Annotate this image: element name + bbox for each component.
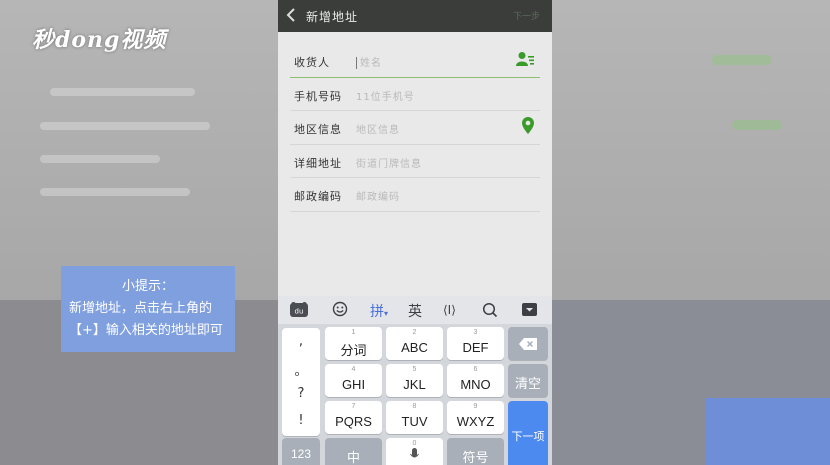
key-number: 4 bbox=[351, 366, 356, 373]
key-number: 0 bbox=[412, 440, 417, 447]
pinyin-dropdown-icon: ▾ bbox=[384, 309, 389, 318]
phone-label: 手机号码 bbox=[294, 89, 342, 103]
punctuation-column[interactable]: , 。 ? ! bbox=[282, 328, 320, 436]
key-number: 1 bbox=[351, 329, 356, 336]
du-logo-text: du bbox=[295, 308, 304, 316]
bg-blur-line bbox=[50, 88, 195, 96]
key-2[interactable]: 2 ABC bbox=[386, 327, 443, 360]
backspace-button[interactable] bbox=[508, 327, 548, 360]
bg-blur-line bbox=[40, 188, 190, 196]
bg-blur-line bbox=[40, 155, 160, 163]
key-7[interactable]: 7 PQRS bbox=[325, 401, 382, 434]
phone-input[interactable]: 11位手机号 bbox=[356, 88, 415, 103]
numeric-label: 123 bbox=[290, 447, 312, 461]
key-8[interactable]: 8 TUV bbox=[386, 401, 443, 434]
region-input[interactable]: 地区信息 bbox=[356, 121, 400, 136]
form-row-postcode[interactable]: 邮政编码 邮政编码 bbox=[290, 178, 540, 212]
search-icon[interactable] bbox=[482, 302, 498, 322]
chinese-switch-key[interactable]: 中 bbox=[325, 438, 382, 465]
contact-book-icon[interactable] bbox=[516, 51, 534, 67]
location-pin-icon[interactable] bbox=[522, 117, 534, 134]
title-bar: 新增地址 下一步 bbox=[278, 0, 552, 32]
key-number: 2 bbox=[412, 329, 417, 336]
text-cursor bbox=[356, 57, 357, 69]
keyboard-hide-icon[interactable] bbox=[522, 303, 537, 320]
key-number: 8 bbox=[412, 403, 417, 410]
pinyin-toggle[interactable]: 拼▾ bbox=[370, 301, 388, 321]
bg-blur-line bbox=[40, 122, 210, 130]
key-number: 5 bbox=[412, 366, 417, 373]
key-number: 6 bbox=[473, 366, 478, 373]
key-3[interactable]: 3 DEF bbox=[447, 327, 504, 360]
form-row-address[interactable]: 详细地址 街道门牌信息 bbox=[290, 145, 540, 178]
chinese-label: 中 bbox=[346, 450, 360, 465]
key-number: 9 bbox=[473, 403, 478, 410]
form-row-region[interactable]: 地区信息 地区信息 bbox=[290, 111, 540, 145]
phone-screen: 新增地址 下一步 收货人 姓名 手机号码 11位手机号 地区信息 地区信息 详细… bbox=[278, 0, 552, 465]
key-label: MNO bbox=[460, 377, 491, 392]
watermark-logo: 秒dong视频 bbox=[32, 27, 167, 53]
numeric-switch-key[interactable]: 123 bbox=[282, 438, 320, 465]
key-number: 3 bbox=[473, 329, 478, 336]
tip-line: 【+】输入相关的地址即可 bbox=[69, 323, 223, 338]
key-4[interactable]: 4 GHI bbox=[325, 364, 382, 397]
punct-key[interactable]: ? bbox=[282, 386, 320, 401]
punct-key[interactable]: 。 bbox=[282, 360, 320, 379]
keyboard-keys: , 。 ? ! 1 分词 2 ABC 3 DEF 4 GHI 5 JKL 6 MNO 清空 … bbox=[278, 324, 552, 465]
recipient-label: 收货人 bbox=[294, 56, 330, 69]
postcode-input[interactable]: 邮政编码 bbox=[356, 188, 400, 203]
backspace-icon bbox=[519, 338, 537, 350]
recipient-input[interactable]: 姓名 bbox=[356, 54, 382, 69]
back-arrow-icon[interactable] bbox=[286, 7, 300, 25]
clear-button[interactable]: 清空 bbox=[508, 364, 548, 397]
key-label: WXYZ bbox=[456, 414, 495, 429]
key-5[interactable]: 5 JKL bbox=[386, 364, 443, 397]
tip-box: 小提示： 新增地址，点击右上角的 【+】输入相关的地址即可 bbox=[61, 266, 235, 352]
next-item-button[interactable]: 下一项 bbox=[508, 401, 548, 465]
pinyin-label: 拼 bbox=[370, 304, 384, 320]
key-label: PQRS bbox=[335, 414, 372, 429]
ime-keyboard: du 拼▾ 英 ⟨I⟩ , 。 ? ! 1 分词 2 ABC 3 DEF 4 G… bbox=[278, 296, 552, 465]
address-input[interactable]: 街道门牌信息 bbox=[356, 155, 422, 170]
bg-blur-green bbox=[732, 120, 782, 130]
postcode-label: 邮政编码 bbox=[294, 190, 342, 203]
du-logo-icon[interactable]: du bbox=[290, 302, 308, 321]
key-9[interactable]: 9 WXYZ bbox=[447, 401, 504, 434]
smile-icon[interactable] bbox=[332, 301, 348, 321]
symbol-key[interactable]: 符号 bbox=[447, 438, 504, 465]
keyboard-toolbar: du 拼▾ 英 ⟨I⟩ bbox=[278, 296, 552, 324]
page-title: 新增地址 bbox=[306, 10, 359, 24]
recipient-placeholder: 姓名 bbox=[360, 58, 382, 69]
cursor-move-icon[interactable]: ⟨I⟩ bbox=[443, 303, 456, 317]
key-label: GHI bbox=[341, 377, 366, 392]
space-key[interactable]: 0 bbox=[386, 438, 443, 465]
key-number: 7 bbox=[351, 403, 356, 410]
tip-title: 小提示： bbox=[121, 279, 174, 294]
bg-blur-green bbox=[712, 55, 772, 65]
key-label: JKL bbox=[403, 377, 426, 392]
next-step-button[interactable]: 下一步 bbox=[513, 9, 540, 22]
form-row-phone[interactable]: 手机号码 11位手机号 bbox=[290, 78, 540, 111]
clear-label: 清空 bbox=[514, 376, 541, 391]
punct-key[interactable]: , bbox=[282, 334, 320, 349]
key-1[interactable]: 1 分词 bbox=[325, 327, 382, 360]
symbol-label: 符号 bbox=[462, 450, 489, 465]
key-label: TUV bbox=[401, 414, 428, 429]
key-label: 分词 bbox=[340, 343, 367, 358]
key-label: ABC bbox=[401, 340, 428, 355]
next-item-label: 下一项 bbox=[511, 431, 545, 443]
region-label: 地区信息 bbox=[294, 123, 342, 136]
form-row-recipient[interactable]: 收货人 姓名 bbox=[290, 44, 540, 78]
english-toggle[interactable]: 英 bbox=[408, 301, 422, 321]
key-label: DEF bbox=[462, 340, 489, 355]
address-label: 详细地址 bbox=[294, 156, 342, 170]
key-6[interactable]: 6 MNO bbox=[447, 364, 504, 397]
microphone-icon bbox=[410, 448, 419, 458]
address-form: 收货人 姓名 手机号码 11位手机号 地区信息 地区信息 详细地址 街道门牌信息… bbox=[290, 44, 540, 212]
background-blue-key bbox=[706, 398, 830, 465]
punct-key[interactable]: ! bbox=[282, 413, 320, 428]
tip-line: 新增地址，点击右上角的 bbox=[69, 301, 213, 316]
